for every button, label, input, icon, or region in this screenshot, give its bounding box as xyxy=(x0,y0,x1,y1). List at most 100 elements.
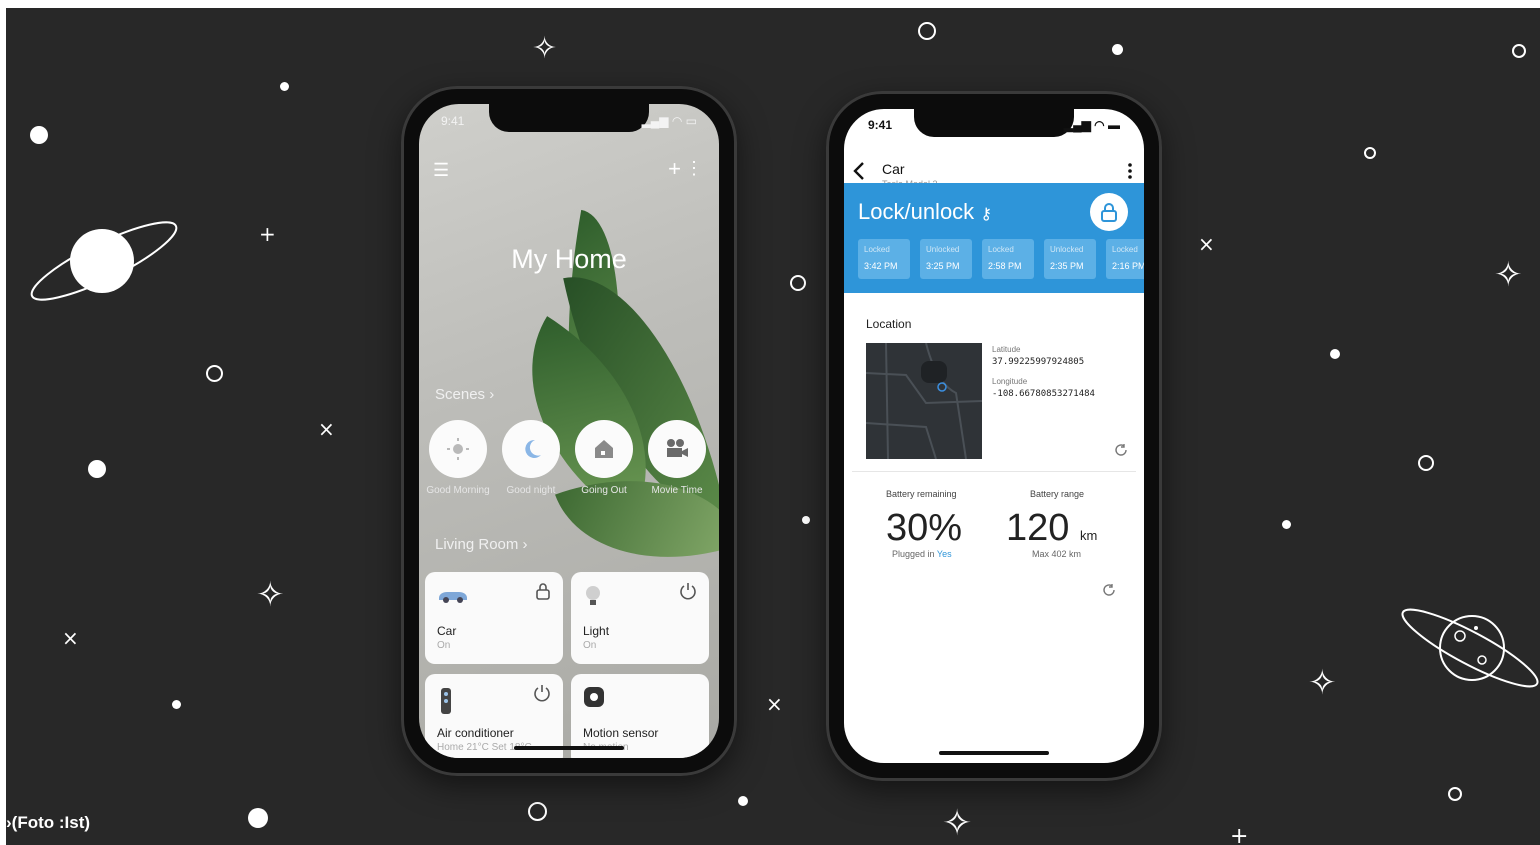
scene-button-going-out[interactable] xyxy=(575,420,633,478)
cross-icon: × xyxy=(318,417,335,441)
history-item: Unlocked 2:35 PM xyxy=(1044,239,1096,279)
lock-title: Lock/unlock ⚷ xyxy=(858,199,992,225)
caption-text: (Foto :Ist) xyxy=(11,813,91,832)
history-item: Unlocked 3:25 PM xyxy=(920,239,972,279)
car-screen: 9:41 ▂▄▆ ◠ ▬ Car Tesla Model 3 Lock/unlo… xyxy=(844,109,1144,763)
lock-toggle-button[interactable] xyxy=(1090,193,1128,231)
history-state: Locked xyxy=(1112,245,1138,254)
sun-icon xyxy=(447,438,469,460)
signal-icon: ▂▄▆ ◠ ▬ xyxy=(1063,118,1120,132)
power-icon[interactable] xyxy=(533,684,551,702)
refresh-icon[interactable] xyxy=(1114,443,1128,457)
latitude-label: Latitude xyxy=(992,345,1021,354)
star-dot xyxy=(1282,520,1291,529)
history-time: 2:16 PM xyxy=(1112,261,1144,271)
scene-label-night: Good night xyxy=(506,485,556,496)
status-time: 9:41 xyxy=(441,114,465,128)
star-ring xyxy=(1418,455,1434,471)
house-icon xyxy=(595,440,613,458)
device-status: On xyxy=(583,640,597,651)
lock-panel: Lock/unlock ⚷ Locked 3:42 PM Unlocked 3:25… xyxy=(844,183,1144,293)
longitude-label: Longitude xyxy=(992,377,1028,386)
power-icon[interactable] xyxy=(679,582,697,600)
range-unit: km xyxy=(1079,528,1098,543)
scene-button-morning[interactable] xyxy=(429,420,487,478)
plugged-label: Plugged in xyxy=(892,549,935,559)
range-max: Max 402 km xyxy=(1032,549,1082,559)
location-card: Location Latitude 37.99225997924805 Long… xyxy=(850,305,1138,459)
home-screen: 9:41 ▂▄▆ ◠ ▭ ☰ + ⋮ My Home Scenes › Good… xyxy=(419,104,719,758)
menu-icon[interactable]: ☰ xyxy=(433,160,449,181)
latitude-value: 37.99225997924805 xyxy=(992,357,1085,367)
car-icon xyxy=(439,592,467,603)
scenes-link[interactable]: Scenes › xyxy=(435,386,494,403)
phone-car-app: 9:41 ▂▄▆ ◠ ▬ Car Tesla Model 3 Lock/unlo… xyxy=(826,91,1162,781)
moon-icon xyxy=(525,439,541,458)
location-map[interactable] xyxy=(866,343,982,459)
device-name: Motion sensor xyxy=(583,726,659,740)
sparkle-icon: ✧ xyxy=(1494,255,1523,295)
refresh-icon[interactable] xyxy=(1102,583,1116,597)
status-bar: 9:41 ▂▄▆ ◠ ▭ xyxy=(441,114,697,128)
scene-label-movie: Movie Time xyxy=(651,485,703,496)
device-name: Light xyxy=(583,624,610,638)
star-dot xyxy=(88,460,106,478)
signal-icon: ▂▄▆ ◠ ▭ xyxy=(641,114,697,128)
device-name: Air conditioner xyxy=(437,726,514,740)
star-dot xyxy=(30,126,48,144)
star-dot xyxy=(248,808,268,828)
add-icon[interactable]: + xyxy=(668,156,681,182)
home-indicator xyxy=(514,746,624,750)
more-icon[interactable]: ⋮ xyxy=(685,158,703,179)
battery-value: 30% xyxy=(886,507,963,549)
living-room-link[interactable]: Living Room › xyxy=(435,536,528,553)
background-canvas: ✧ ✧ ✧ ✧ ✧ + + × × × × 9:41 ▂▄▆ ◠ ▭ ☰ + ⋮… xyxy=(6,8,1540,845)
history-state: Unlocked xyxy=(1050,245,1084,254)
room-label: Living Room xyxy=(435,536,519,553)
cross-icon: × xyxy=(766,692,783,716)
more-icon[interactable] xyxy=(1128,163,1132,179)
bulb-icon xyxy=(586,586,600,605)
scene-button-movie[interactable] xyxy=(648,420,706,478)
device-card-car[interactable]: Car On xyxy=(425,572,563,664)
plus-icon: + xyxy=(259,222,276,246)
history-time: 3:25 PM xyxy=(926,261,960,271)
scene-label-going-out: Going Out xyxy=(581,485,627,496)
lock-icon[interactable] xyxy=(535,582,551,600)
history-state: Locked xyxy=(864,245,890,254)
sparkle-icon: ✧ xyxy=(256,575,285,615)
page-title: My Home xyxy=(511,244,627,274)
location-title: Location xyxy=(866,317,912,331)
battery-label: Battery remaining xyxy=(886,489,957,499)
camera-icon xyxy=(667,439,688,457)
planet-icon xyxy=(1401,608,1539,688)
range-display: 120 km xyxy=(1006,507,1097,550)
sparkle-icon: ✧ xyxy=(532,31,558,66)
home-indicator xyxy=(939,751,1049,755)
phone-home-app: 9:41 ▂▄▆ ◠ ▭ ☰ + ⋮ My Home Scenes › Good… xyxy=(401,86,737,776)
star-ring xyxy=(206,365,223,382)
sparkle-icon: ✧ xyxy=(1308,663,1337,703)
scenes-label: Scenes xyxy=(435,386,486,403)
history-item: Locked 2:58 PM xyxy=(982,239,1034,279)
sensor-icon xyxy=(584,687,604,707)
plus-icon: + xyxy=(1230,824,1249,845)
range-value: 120 xyxy=(1006,507,1070,549)
star-dot xyxy=(802,516,810,524)
history-item: Locked 3:42 PM xyxy=(858,239,910,279)
device-card-light[interactable]: Light On xyxy=(571,572,709,664)
header-title: Car xyxy=(882,161,905,177)
history-item: Locked 2:16 PM xyxy=(1106,239,1144,279)
back-arrow-icon[interactable] xyxy=(852,161,866,181)
star-dot xyxy=(172,700,181,709)
map-roads xyxy=(866,343,982,459)
star-dot xyxy=(738,796,748,806)
device-name: Car xyxy=(437,624,457,638)
scene-button-night[interactable] xyxy=(502,420,560,478)
status-bar: 9:41 ▂▄▆ ◠ ▬ xyxy=(868,118,1120,132)
cross-icon: × xyxy=(1198,232,1215,256)
star-ring xyxy=(1364,147,1376,159)
star-dot xyxy=(1112,44,1123,55)
cross-icon: × xyxy=(62,626,79,650)
longitude-value: -108.66780853271484 xyxy=(992,389,1095,399)
